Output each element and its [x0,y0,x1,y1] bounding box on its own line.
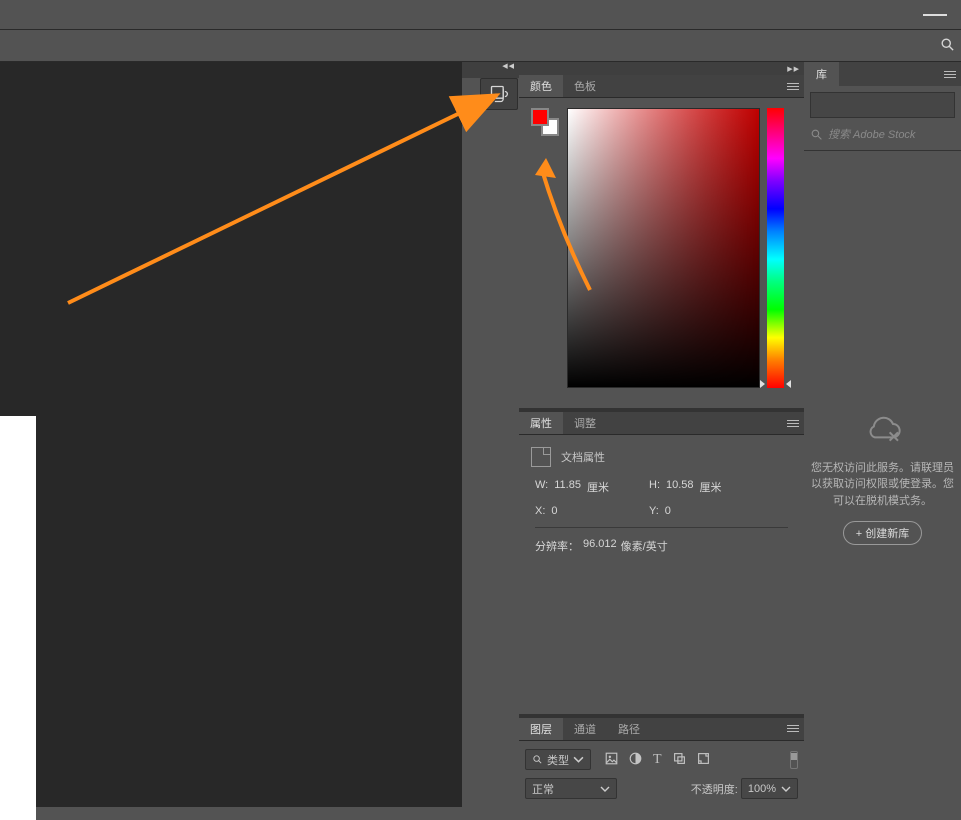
filter-pixel-icon[interactable] [605,752,618,768]
properties-panel-body: 文档属性 W: 11.85 厘米 H: 10.58 厘米 X: 0 [519,435,804,714]
cloud-offline-icon [863,413,903,448]
resolution-label: 分辨率： [535,538,579,554]
libraries-panel: 库 搜索 Adobe Stock 您无权访问此服务。请联理员以获取访问权限或使登… [804,62,961,807]
height-value: 10.58 [666,479,694,495]
tab-paths[interactable]: 路径 [607,718,651,740]
hue-caret-right-icon [786,380,791,388]
search-icon[interactable] [940,37,955,55]
canvas-area[interactable] [0,62,462,807]
history-panel-icon[interactable] [480,78,518,110]
layer-filter-kind-select[interactable]: 类型 [525,749,591,770]
properties-panel-menu-icon[interactable] [782,412,804,434]
layer-filter-kind-label: 类型 [547,752,569,768]
hue-slider[interactable] [767,108,784,388]
layers-panel-tabs: 图层 通道 路径 [519,718,804,741]
panel-dock-collapse-left[interactable]: ◀◀ [462,62,519,78]
opacity-label: 不透明度: [691,781,738,797]
tab-channels[interactable]: 通道 [563,718,607,740]
opacity-value: 100% [748,783,776,795]
resolution-value: 96.012 [583,538,617,554]
layers-panel-body: 类型 T 正常 不透明度: 100% [519,741,804,807]
foreground-color-swatch[interactable] [531,108,549,126]
document-icon [531,447,551,467]
document-properties-label: 文档属性 [561,449,605,465]
blend-mode-select[interactable]: 正常 [525,778,617,799]
color-panel-tabs: 颜色 色板 [519,75,804,98]
properties-panel-tabs: 属性 调整 [519,412,804,435]
library-select[interactable] [810,92,955,118]
library-search-placeholder: 搜索 Adobe Stock [828,126,915,142]
options-bar [0,30,961,62]
color-picker-field[interactable] [567,108,760,388]
tab-adjustments[interactable]: 调整 [563,412,607,434]
filter-type-icon[interactable]: T [653,752,662,768]
tab-library[interactable]: 库 [804,62,839,86]
library-offline-message: 您无权访问此服务。请联理员以获取访问权限或使登录。您可以在脱机模式务。 [810,460,955,510]
color-panel-body [519,98,804,408]
blend-mode-value: 正常 [532,781,554,797]
opacity-select[interactable]: 100% [741,778,798,799]
title-bar [0,0,961,30]
color-panel-menu-icon[interactable] [782,75,804,97]
tab-properties[interactable]: 属性 [519,412,563,434]
layer-filter-toggle[interactable] [790,751,798,769]
middle-panel-stack: ▶▶ 颜色 色板 属性 调整 文档属性 W: 11.85 [519,62,804,807]
y-value: 0 [665,505,671,517]
library-search-row[interactable]: 搜索 Adobe Stock [804,118,961,151]
height-unit: 厘米 [700,479,722,495]
window-minimize-icon[interactable] [923,8,947,16]
layers-panel-menu-icon[interactable] [782,718,804,740]
fg-bg-swatches[interactable] [531,108,559,136]
y-label: Y: [649,505,659,517]
resolution-unit: 像素/英寸 [621,538,668,554]
libraries-panel-menu-icon[interactable] [939,62,961,86]
filter-shape-icon[interactable] [673,752,686,768]
tab-layers[interactable]: 图层 [519,718,563,740]
hue-caret-left-icon [760,380,765,388]
divider [535,527,788,528]
height-label: H: [649,479,660,495]
x-label: X: [535,505,545,517]
tab-color[interactable]: 颜色 [519,75,563,97]
panel-dock-collapse-mid[interactable]: ▶▶ [519,62,804,75]
width-label: W: [535,479,548,495]
x-value: 0 [551,505,557,517]
width-value: 11.85 [554,479,581,495]
layer-filter-icons: T [605,752,710,768]
filter-adjustment-icon[interactable] [629,752,642,768]
create-new-library-button[interactable]: + 创建新库 [843,521,922,545]
document-canvas[interactable] [0,416,36,820]
filter-smartobject-icon[interactable] [697,752,710,768]
width-unit: 厘米 [587,479,609,495]
libraries-panel-tabs: 库 [804,62,961,86]
tab-swatches[interactable]: 色板 [563,75,607,97]
